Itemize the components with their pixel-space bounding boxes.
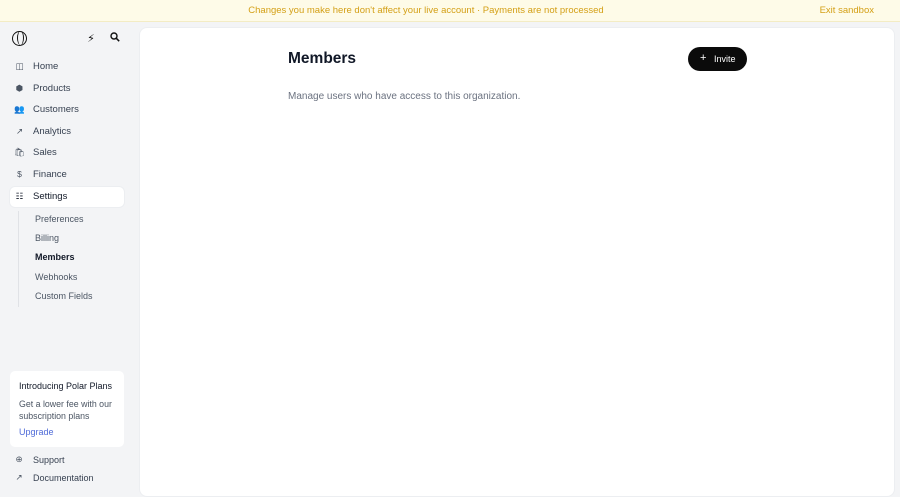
promo-body: Get a lower fee with our subscription pl… bbox=[19, 399, 112, 421]
home-icon: ◫ bbox=[15, 61, 24, 71]
page-title: Members bbox=[288, 50, 357, 67]
sidebar-item-customers[interactable]: 👥 Customers bbox=[10, 100, 124, 120]
subnav-item-members[interactable]: Members bbox=[19, 249, 118, 268]
support-link[interactable]: ⊕ Support bbox=[10, 453, 124, 469]
promo-title: Introducing Polar Plans bbox=[19, 381, 113, 391]
upgrade-link[interactable]: Upgrade bbox=[19, 427, 115, 437]
sidebar-item-analytics[interactable]: ↗ Analytics bbox=[10, 122, 124, 142]
sidebar-item-label: Analytics bbox=[33, 125, 72, 137]
support-icon: ⊕ bbox=[15, 454, 23, 464]
search-icon[interactable] bbox=[108, 32, 122, 46]
sidebar-item-label: Finance bbox=[33, 168, 67, 180]
main-nav: ◫ Home ⬢ Products 👥 Customers ↗ Analytic… bbox=[10, 57, 124, 208]
sidebar-item-label: Settings bbox=[33, 190, 68, 202]
invite-button[interactable]: + Invite bbox=[688, 47, 747, 71]
search-icon-glyph bbox=[110, 32, 120, 42]
page-description: Manage users who have access to this org… bbox=[288, 91, 521, 102]
analytics-icon: ↗ bbox=[15, 125, 24, 136]
sidebar-item-finance[interactable]: $ Finance bbox=[10, 165, 124, 185]
polar-logo-icon[interactable] bbox=[12, 31, 27, 46]
sidebar-item-label: Products bbox=[33, 82, 71, 94]
sidebar-item-settings[interactable]: ☷ Settings bbox=[10, 186, 124, 207]
plans-promo-card: Introducing Polar Plans Get a lower fee … bbox=[10, 371, 124, 447]
sidebar-item-label: Home bbox=[33, 61, 59, 72]
sidebar: ⚡ ◫ Home ⬢ Products 👥 Customers ↗ Analyt… bbox=[0, 22, 138, 484]
support-label: Support bbox=[33, 455, 65, 465]
sidebar-item-label: Customers bbox=[33, 104, 79, 116]
settings-subnav: Preferences Billing Members Webhooks Cus… bbox=[18, 211, 118, 307]
bolt-icon[interactable]: ⚡ bbox=[84, 32, 98, 46]
documentation-link[interactable]: ↗ Documentation bbox=[10, 471, 124, 487]
arrow-up-right-icon: ↗ bbox=[15, 472, 23, 482]
products-icon: ⬢ bbox=[15, 82, 24, 93]
sidebar-item-label: Sales bbox=[33, 147, 57, 159]
exit-sandbox-link[interactable]: Exit sandbox bbox=[820, 5, 874, 16]
main-panel: Members + Invite Manage users who have a… bbox=[139, 27, 895, 497]
subnav-item-preferences[interactable]: Preferences bbox=[19, 211, 118, 230]
sidebar-item-sales[interactable]: 🛍 Sales bbox=[10, 143, 124, 163]
subnav-item-billing[interactable]: Billing bbox=[19, 230, 118, 249]
sidebar-item-products[interactable]: ⬢ Products bbox=[10, 79, 124, 99]
invite-button-label: Invite bbox=[714, 54, 736, 64]
sales-icon: 🛍 bbox=[14, 147, 25, 158]
settings-icon: ☷ bbox=[15, 190, 24, 201]
subnav-item-custom-fields[interactable]: Custom Fields bbox=[19, 288, 118, 307]
subnav-item-webhooks[interactable]: Webhooks bbox=[19, 269, 118, 288]
sandbox-banner-message: Changes you make here don't affect your … bbox=[248, 5, 604, 16]
documentation-label: Documentation bbox=[33, 473, 94, 483]
finance-icon: $ bbox=[17, 168, 22, 179]
customers-icon: 👥 bbox=[14, 104, 25, 115]
sidebar-item-home[interactable]: ◫ Home bbox=[10, 57, 124, 77]
plus-icon: + bbox=[700, 52, 707, 64]
sandbox-banner: Changes you make here don't affect your … bbox=[0, 0, 900, 22]
